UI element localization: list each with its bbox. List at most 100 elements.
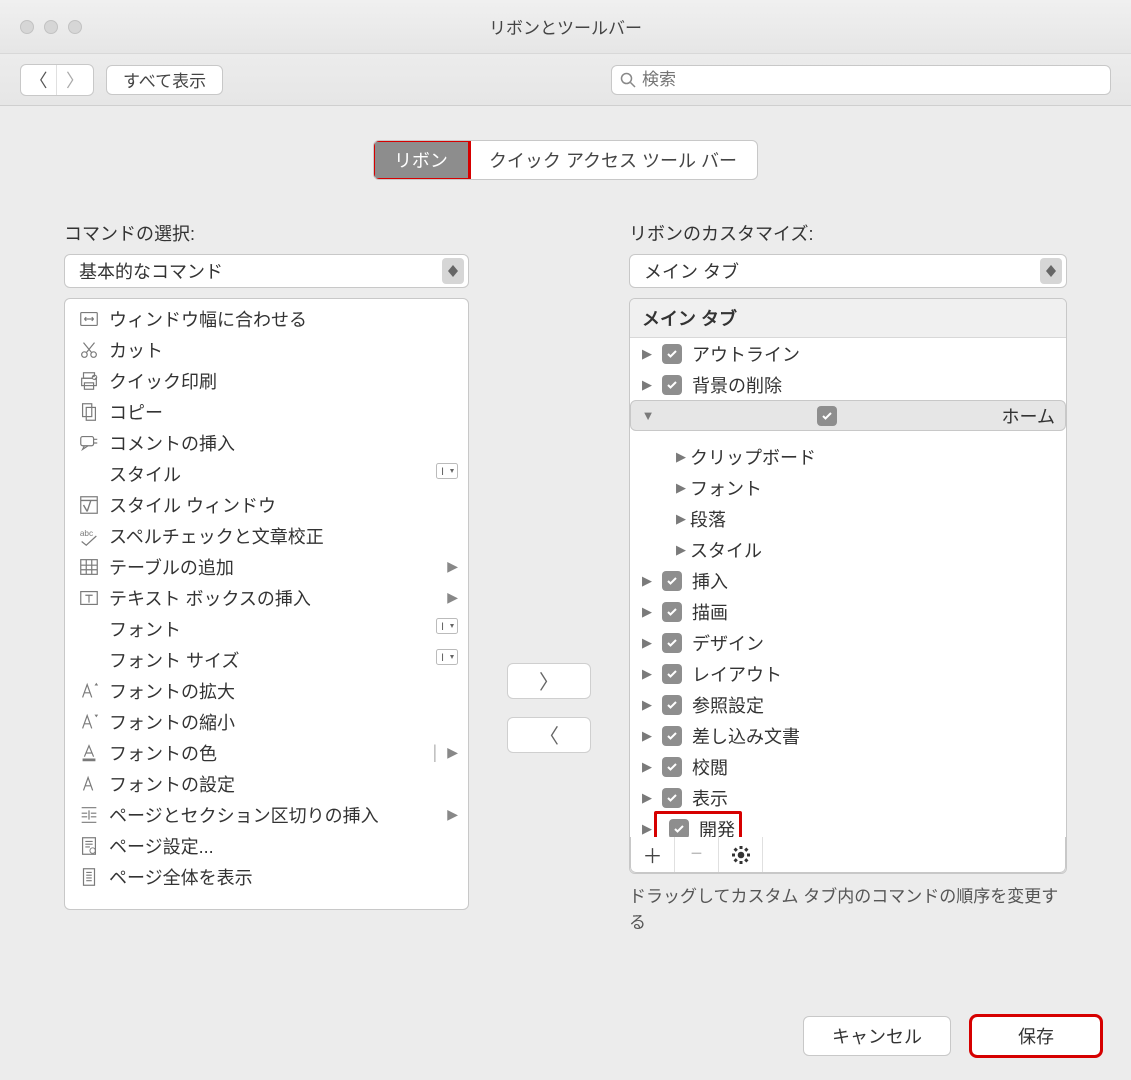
checkbox-icon[interactable] [662, 633, 682, 653]
drag-hint: ドラッグしてカスタム タブ内のコマンドの順序を変更する [629, 884, 1067, 935]
remove-tab-button: − [675, 837, 719, 872]
checkbox-icon[interactable] [662, 375, 682, 395]
command-item[interactable]: コメントの挿入 [65, 427, 468, 458]
chevron-right-icon[interactable]: ▶ [674, 542, 688, 558]
customize-select[interactable]: メイン タブ [629, 254, 1067, 288]
search-field[interactable] [611, 65, 1111, 95]
chevron-right-icon[interactable]: ▶ [640, 666, 654, 682]
command-item[interactable]: フォントI [65, 613, 468, 644]
checkbox-icon[interactable] [817, 406, 837, 426]
command-item[interactable]: フォントの色|▶ [65, 737, 468, 768]
command-item[interactable]: ページとセクション区切りの挿入▶ [65, 799, 468, 830]
settings-button[interactable] [719, 837, 763, 872]
tree-item[interactable]: ▶挿入 [630, 565, 1066, 596]
command-label: カット [105, 337, 458, 363]
tree-label: 背景の削除 [690, 372, 782, 398]
checkbox-icon[interactable] [662, 664, 682, 684]
chevron-right-icon[interactable]: ▶ [640, 573, 654, 589]
tree-subitem[interactable]: ▶段落 [630, 503, 1066, 534]
add-button[interactable]: 〉 [507, 663, 591, 699]
tree-subitem[interactable]: ▶フォント [630, 472, 1066, 503]
tree-item[interactable]: ▶レイアウト [630, 658, 1066, 689]
show-all-button[interactable]: すべて表示 [106, 65, 223, 95]
checkbox-icon[interactable] [662, 726, 682, 746]
chevron-right-icon[interactable]: ▶ [640, 728, 654, 744]
chevron-right-icon[interactable]: ▶ [640, 346, 654, 362]
command-item[interactable]: フォントの拡大 [65, 675, 468, 706]
tree-item[interactable]: ▶ 背景の削除 [630, 369, 1066, 400]
tree-subitem[interactable]: ▶スタイル [630, 534, 1066, 565]
tree-item[interactable]: ▶ 描画 [630, 596, 1066, 627]
dropdown-icon: I [436, 463, 458, 479]
checkbox-icon[interactable] [662, 695, 682, 715]
commands-select[interactable]: 基本的なコマンド [64, 254, 469, 288]
ribbon-tree[interactable]: メイン タブ ▶アウトライン▶背景の削除▼ホーム▶クリップボード▶フォント▶段落… [629, 298, 1067, 874]
chevron-right-icon: ▶ [447, 806, 458, 823]
tab-ribbon[interactable]: リボン [374, 141, 469, 179]
command-item[interactable]: ページ設定... [65, 830, 468, 861]
checkbox-icon[interactable] [662, 757, 682, 777]
command-item[interactable]: スタイルI [65, 458, 468, 489]
command-item[interactable]: フォント サイズI [65, 644, 468, 675]
tree-item[interactable]: ▼ホーム [630, 400, 1066, 431]
command-item[interactable]: カット [65, 334, 468, 365]
chevron-down-icon[interactable]: ▼ [641, 408, 655, 423]
command-item[interactable]: コピー [65, 396, 468, 427]
chevron-right-icon[interactable]: ▶ [640, 697, 654, 713]
tab-quick-access[interactable]: クイック アクセス ツール バー [469, 141, 757, 179]
command-item[interactable]: クイック印刷 [65, 365, 468, 396]
tree-item[interactable]: ▶校閲 [630, 751, 1066, 782]
fontplus-icon [73, 680, 105, 702]
cancel-button[interactable]: キャンセル [803, 1016, 951, 1056]
tree-item[interactable]: ▶表示 [630, 782, 1066, 813]
chevron-right-icon: ▶ [447, 558, 458, 575]
checkbox-icon[interactable] [669, 819, 689, 838]
command-label: ウィンドウ幅に合わせる [105, 306, 458, 332]
search-input[interactable] [642, 70, 1102, 90]
command-label: フォントの色 [105, 740, 429, 766]
pagesetup-icon [73, 835, 105, 857]
stylewin-icon [73, 494, 105, 516]
checkbox-icon[interactable] [662, 571, 682, 591]
checkbox-icon[interactable] [662, 602, 682, 622]
table-icon [73, 556, 105, 578]
chevron-right-icon[interactable]: ▶ [640, 635, 654, 651]
comment-icon [73, 432, 105, 454]
chevron-right-icon[interactable]: ▶ [640, 790, 654, 806]
checkbox-icon[interactable] [662, 788, 682, 808]
commands-list[interactable]: ウィンドウ幅に合わせるカットクイック印刷コピーコメントの挿入スタイルIスタイル … [64, 298, 469, 910]
command-item[interactable]: フォントの設定 [65, 768, 468, 799]
add-tab-button[interactable]: ＋ [631, 837, 675, 872]
tree-item[interactable]: ▶開発 [630, 813, 1066, 837]
tree-item[interactable]: ▶参照設定 [630, 689, 1066, 720]
tree-item[interactable]: ▶アウトライン [630, 338, 1066, 369]
chevron-right-icon[interactable]: ▶ [640, 759, 654, 775]
command-item[interactable]: ウィンドウ幅に合わせる [65, 303, 468, 334]
tree-item[interactable]: ▶差し込み文書 [630, 720, 1066, 751]
chevron-right-icon[interactable]: ▶ [640, 821, 654, 837]
tree-item[interactable]: ▶デザイン [630, 627, 1066, 658]
command-item[interactable]: テーブルの追加▶ [65, 551, 468, 582]
remove-button[interactable]: 〈 [507, 717, 591, 753]
command-item[interactable]: abcスペルチェックと文章校正 [65, 520, 468, 551]
tree-label: フォント [688, 475, 762, 501]
cut-icon [73, 339, 105, 361]
stepper-icon [1040, 258, 1062, 284]
save-button[interactable]: 保存 [971, 1016, 1101, 1056]
commands-label: コマンドの選択: [64, 220, 469, 246]
chevron-right-icon[interactable]: ▶ [674, 480, 688, 496]
chevron-right-icon[interactable]: ▶ [674, 449, 688, 465]
checkbox-icon[interactable] [662, 344, 682, 364]
chevron-right-icon[interactable]: ▶ [640, 377, 654, 393]
tree-subitem[interactable]: ▶クリップボード [630, 441, 1066, 472]
chevron-right-icon: ▶ [447, 589, 458, 606]
tree-label: 描画 [690, 599, 728, 625]
chevron-right-icon[interactable]: ▶ [640, 604, 654, 620]
command-item[interactable]: ページ全体を表示 [65, 861, 468, 892]
command-item[interactable]: フォントの縮小 [65, 706, 468, 737]
command-item[interactable]: スタイル ウィンドウ [65, 489, 468, 520]
chevron-right-icon[interactable]: ▶ [674, 511, 688, 527]
command-label: フォント [105, 616, 436, 642]
back-button[interactable]: 〈 [21, 65, 57, 95]
command-item[interactable]: テキスト ボックスの挿入▶ [65, 582, 468, 613]
